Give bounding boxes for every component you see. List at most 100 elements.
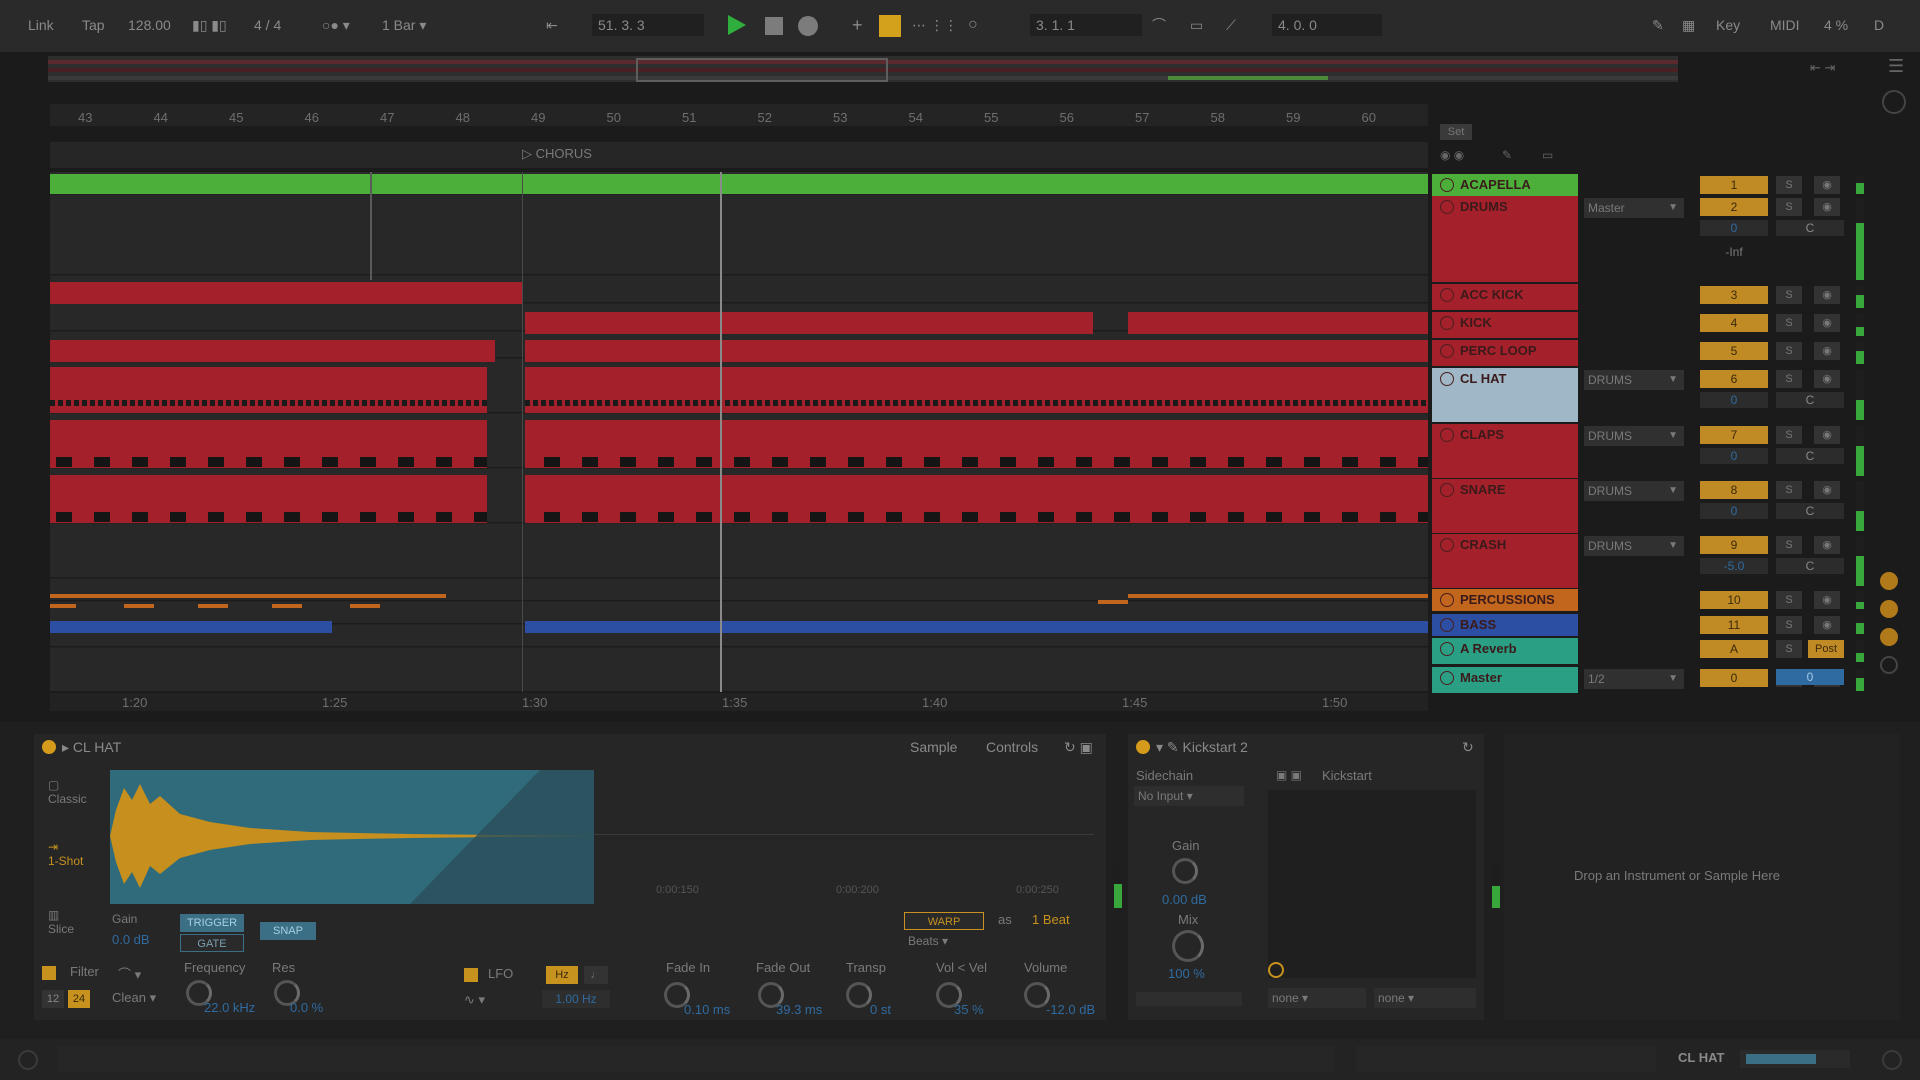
track-header-drums[interactable]: DRUMS — [1432, 196, 1578, 282]
clip-kick-1[interactable] — [525, 312, 1093, 334]
filter-circuit-select[interactable]: Clean ▾ — [112, 990, 156, 1006]
clip-acapella[interactable] — [50, 174, 1428, 194]
kickstart-mix-knob[interactable] — [1172, 930, 1204, 962]
tap-button[interactable]: Tap — [82, 14, 105, 36]
device-on-icon[interactable] — [42, 740, 56, 754]
lfo-sync-icon[interactable]: ♩ — [584, 966, 608, 984]
kickstart-display[interactable] — [1268, 790, 1476, 978]
track-activator-icon[interactable] — [1440, 316, 1454, 330]
solo-button[interactable]: S — [1776, 640, 1802, 658]
arm-button[interactable]: ◉ — [1814, 481, 1840, 499]
solo-button[interactable]: S — [1776, 286, 1802, 304]
solo-button[interactable]: S — [1776, 591, 1802, 609]
follow-icon[interactable]: ⇤ — [546, 14, 558, 36]
solo-button[interactable]: S — [1776, 370, 1802, 388]
locator-lane[interactable]: ▷ CHORUS — [50, 142, 1428, 168]
arm-button[interactable]: ◉ — [1814, 536, 1840, 554]
track-pan-field[interactable]: C — [1776, 220, 1844, 236]
clip-cl-hat-1[interactable] — [50, 367, 487, 413]
kickstart-select-2[interactable]: none ▾ — [1374, 988, 1476, 1008]
lfo-hz-button[interactable]: Hz — [546, 966, 578, 984]
track-volume-field[interactable]: -5.0 — [1700, 558, 1768, 574]
arm-button[interactable]: ◉ — [1814, 176, 1840, 194]
track-activator-icon[interactable] — [1440, 178, 1454, 192]
transpose-knob[interactable] — [846, 982, 872, 1008]
lfo-toggle[interactable] — [464, 968, 478, 982]
output-routing-select[interactable]: DRUMS ▼ — [1584, 426, 1684, 446]
computer-keyboard-icon[interactable]: ▦ — [1682, 14, 1695, 36]
track-activator-icon[interactable] — [1440, 671, 1454, 685]
kickstart-select-1[interactable]: none ▾ — [1268, 988, 1366, 1008]
output-routing-select[interactable]: Master ▼ — [1584, 198, 1684, 218]
track-activator-icon[interactable] — [1440, 593, 1454, 607]
kickstart-hotswap-icon[interactable]: ↻ — [1462, 736, 1474, 758]
track-activator-icon[interactable] — [1440, 200, 1454, 214]
track-activator-icon[interactable] — [1440, 428, 1454, 442]
track-activator-button[interactable]: 7 — [1700, 426, 1768, 444]
track-activator-icon[interactable] — [1440, 538, 1454, 552]
clip-perc-loop-1[interactable] — [50, 340, 495, 362]
lfo-rate-field[interactable]: 1.00 Hz — [542, 990, 610, 1008]
midi-map-button[interactable]: MIDI — [1770, 14, 1800, 36]
io-view-icon[interactable] — [1880, 600, 1898, 618]
warp-button[interactable]: WARP — [904, 912, 984, 930]
track-activator-button[interactable]: 9 — [1700, 536, 1768, 554]
sample-region[interactable] — [110, 770, 594, 904]
track-volume-field[interactable]: 0 — [1700, 503, 1768, 519]
track-nav-icon[interactable]: ◉ ◉ — [1440, 148, 1464, 162]
track-activator-button[interactable]: 3 — [1700, 286, 1768, 304]
clip-acc-kick[interactable] — [50, 282, 522, 304]
browser-toggle-icon[interactable] — [1882, 90, 1906, 114]
tempo-field[interactable]: 128.00 — [128, 14, 171, 36]
track-activator-icon[interactable] — [1440, 642, 1454, 656]
arm-button[interactable]: ◉ — [1814, 286, 1840, 304]
track-activator-button[interactable]: 1 — [1700, 176, 1768, 194]
mode-classic[interactable]: ▢ Classic — [48, 778, 87, 806]
track-activator-icon[interactable] — [1440, 372, 1454, 386]
output-routing-select[interactable]: DRUMS ▼ — [1584, 481, 1684, 501]
filter-toggle[interactable] — [42, 966, 56, 980]
kickstart-curve-handle[interactable] — [1268, 962, 1284, 978]
track-activator-button[interactable]: 10 — [1700, 591, 1768, 609]
warp-beats-value[interactable]: 1 Beat — [1032, 912, 1070, 927]
punch-out-icon[interactable]: ⟋ — [1226, 14, 1236, 36]
loop-length-field[interactable]: 4. 0. 0 — [1272, 14, 1382, 36]
track-activator-button[interactable]: 0 — [1700, 669, 1768, 687]
mixer-view-icon[interactable] — [1880, 656, 1898, 674]
automation-arm-button[interactable] — [879, 15, 901, 37]
track-volume-field[interactable]: 0 — [1700, 392, 1768, 408]
track-activator-button[interactable]: 5 — [1700, 342, 1768, 360]
track-header-acapella[interactable]: ACAPELLA — [1432, 174, 1578, 196]
track-activator-icon[interactable] — [1440, 344, 1454, 358]
solo-button[interactable]: S — [1776, 536, 1802, 554]
trigger-button[interactable]: TRIGGER — [180, 914, 244, 932]
track-activator-button[interactable]: 11 — [1700, 616, 1768, 634]
arm-button[interactable]: ◉ — [1814, 426, 1840, 444]
record-button[interactable] — [798, 16, 818, 36]
edit-icon[interactable]: ✎ — [1502, 148, 1512, 162]
track-volume-field[interactable]: 0 — [1700, 448, 1768, 464]
track-activator-icon[interactable] — [1440, 483, 1454, 497]
post-button[interactable]: Post — [1808, 640, 1844, 658]
track-pan-field[interactable]: C — [1776, 503, 1844, 519]
sidechain-input-select[interactable]: No Input ▾ — [1134, 786, 1244, 806]
track-activator-button[interactable]: 2 — [1700, 198, 1768, 216]
track-activator-button[interactable]: 6 — [1700, 370, 1768, 388]
track-activator-button[interactable]: 4 — [1700, 314, 1768, 332]
gain-value[interactable]: 0.0 dB — [112, 932, 150, 947]
kickstart-gain-knob[interactable] — [1172, 858, 1198, 884]
track-header-snare[interactable]: SNARE — [1432, 479, 1578, 533]
track-activator-icon[interactable] — [1440, 618, 1454, 632]
metronome-icon[interactable]: ○● ▾ — [322, 14, 350, 36]
warp-mode-select[interactable]: Beats ▾ — [908, 934, 948, 948]
slope-24-button[interactable]: 24 — [68, 990, 90, 1008]
track-header-percussions[interactable]: PERCUSSIONS — [1432, 589, 1578, 611]
time-ruler[interactable]: 1:20 1:25 1:30 1:35 1:40 1:45 1:50 — [50, 693, 1428, 711]
sends-view-icon[interactable] — [1880, 628, 1898, 646]
preset-icons[interactable]: ▣ ▣ — [1276, 768, 1302, 782]
punch-in-icon[interactable]: ⌒ — [1152, 14, 1166, 36]
status-info-icon[interactable] — [18, 1050, 38, 1070]
beat-time-ruler[interactable]: 43 44 45 46 47 48 49 50 51 52 53 54 55 56 57 58 59 60 — [50, 104, 1428, 126]
loop-record-icon[interactable]: ○ — [968, 14, 978, 36]
track-header-perc-loop[interactable]: PERC LOOP — [1432, 340, 1578, 366]
